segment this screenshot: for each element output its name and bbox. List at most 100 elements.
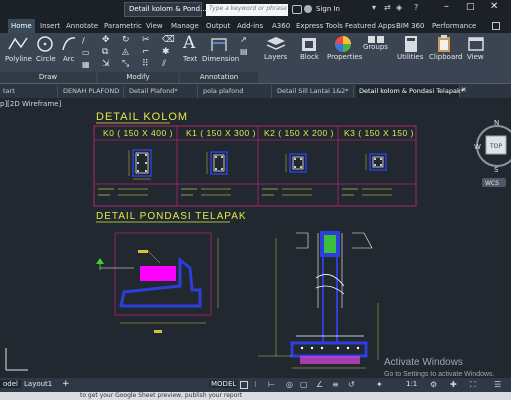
compass-north[interactable]: N [494,119,499,127]
tab-home[interactable]: Home [8,19,35,33]
copy-icon[interactable]: ⧉ [102,47,108,57]
tab-output[interactable]: Output [206,19,230,33]
tab-performance[interactable]: Performance [432,19,476,33]
compass-west[interactable]: W [474,143,481,151]
rectangle-icon[interactable]: ▭ [82,48,90,57]
tab-annotate[interactable]: Annotate [66,19,98,33]
arc-label: Arc [63,55,75,63]
fillet-icon[interactable]: ⌐ [142,47,150,57]
ortho-icon[interactable]: ⊢ [268,380,275,389]
arc-button[interactable]: Arc [58,33,80,71]
customization-icon[interactable]: ☰ [494,380,501,389]
kolom-rebar-notes [98,188,392,196]
otrack-icon[interactable]: ∠ [316,380,323,389]
kolom-k3-label: K3 ( 150 X 150 ) [344,128,414,138]
activate-windows-subtitle: Go to Settings to activate Windows. [384,371,495,378]
grid-icon[interactable] [240,381,248,389]
tab-layout1[interactable]: Layout1 [24,380,52,388]
add-layout-button[interactable]: + [62,379,70,389]
doc-tab-detail-kolom[interactable]: Detail kolom & Pondasi Telapak* [356,85,464,98]
tab-manage[interactable]: Manage [171,19,199,33]
viewcube[interactable]: TOP N S W [474,119,511,174]
doc-title-tab[interactable]: Detail kolom & Pond... [124,2,207,17]
doc-tab-detail-sill[interactable]: Detail Sill Lantai 1&2* [274,85,354,98]
annotation-visibility-icon[interactable]: ✦ [376,380,383,389]
exchange-icon[interactable]: ⇄ [384,3,391,12]
rotate-icon[interactable]: ↻ [122,35,130,45]
doc-tab-start[interactable]: tart [0,85,58,98]
array-icon[interactable]: ⠿ [142,59,149,69]
settings-gear-icon[interactable]: ⚙ [430,380,437,389]
fullscreen-icon[interactable]: ⛶ [470,380,476,390]
drawing-canvas: DETAIL KOLOM K0 ( 150 X 400 ) K1 ( 150 X… [5,111,511,378]
clipboard-button[interactable]: Clipboard [428,33,462,77]
drawing-viewport[interactable]: p][2D Wireframe] DETAIL KOLOM K0 ( 150 X… [0,98,511,378]
panel-annotation[interactable]: Annotation [180,72,258,83]
polyline-icon [8,37,28,50]
tab-express-tools[interactable]: Express Tools [296,19,343,33]
dimension-button[interactable]: Dimension [202,33,239,71]
view-button[interactable]: View [464,33,488,77]
properties-button[interactable]: Properties [326,33,363,77]
title-bar: Detail kolom & Pond... Type a keyword or… [0,0,511,19]
leader-icon[interactable]: ↗ [240,35,247,44]
block-button[interactable]: Block [296,33,322,77]
panel-modify[interactable]: Modify [98,72,178,83]
offset-icon[interactable]: ⫽ [162,59,166,69]
scale-icon[interactable]: ⤡ [122,59,129,69]
maximize-icon[interactable]: □ [466,2,475,12]
wcs-label[interactable]: WCS [485,180,499,187]
close-icon[interactable]: ✕ [490,1,498,12]
tab-model[interactable]: odel [0,380,21,388]
circle-button[interactable]: Circle [34,33,56,71]
erase-icon[interactable]: ⌫ [162,35,175,45]
utilities-button[interactable]: Utilities [396,33,426,77]
groups-button[interactable]: Groups [362,33,390,77]
text-button[interactable]: A Text [180,33,200,71]
wcs-menu[interactable]: WCS [482,178,506,187]
properties-label: Properties [327,53,363,61]
help-icon[interactable]: ? [414,3,418,12]
cart-icon[interactable]: ▾ [372,3,376,12]
isolate-icon[interactable]: ✚ [450,380,457,389]
kolom-k0-section [128,149,152,180]
search-input[interactable]: Type a keyword or phrase [206,4,288,16]
panel-draw[interactable]: Draw [0,72,96,83]
polar-icon[interactable]: ◎ [286,380,293,389]
stretch-icon[interactable]: ⇲ [102,59,110,69]
tab-parametric[interactable]: Parametric [104,19,142,33]
model-space-button[interactable]: MODEL [209,380,239,388]
viewcube-top[interactable]: TOP [489,143,502,150]
binoculars-icon[interactable] [292,5,302,14]
mirror-icon[interactable]: ◬ [122,47,129,57]
stay-connected-icon[interactable]: ◈ [396,3,402,12]
move-icon[interactable]: ✥ [102,35,110,45]
ribbon-toggle-icon[interactable] [492,22,500,30]
osnap-icon[interactable]: ▢ [300,380,308,389]
tab-bim360[interactable]: BIM 360 [396,19,425,33]
doc-tab-denah-plafond[interactable]: DENAH PLAFOND [60,85,124,98]
doc-tab-detail-plafond[interactable]: Detail Plafond* [126,85,198,98]
tab-a360[interactable]: A360 [272,19,290,33]
explode-icon[interactable]: ✱ [162,47,170,57]
annotation-scale[interactable]: 1:1 [406,380,417,388]
line-icon[interactable]: / [82,36,85,45]
snap-icon[interactable]: ⁝ [254,380,257,389]
tab-addins[interactable]: Add-ins [237,19,263,33]
polyline-button[interactable]: Polyline [4,33,32,71]
lineweight-icon[interactable]: ≡ [332,380,339,389]
doc-tab-pola-plafond[interactable]: pola plafond [200,85,272,98]
command-line[interactable]: to get your Google Sheet preview, publis… [0,392,511,400]
compass-south[interactable]: S [494,166,499,174]
tab-insert[interactable]: Insert [40,19,60,33]
tab-view[interactable]: View [146,19,163,33]
tab-featured-apps[interactable]: Featured Apps [345,19,395,33]
layers-button[interactable]: Layers [262,33,290,77]
minimize-icon[interactable]: – [444,1,449,12]
hatch-icon[interactable]: ▦ [82,60,90,69]
trim-icon[interactable]: ✂ [142,35,150,45]
selection-cycling-icon[interactable]: ↺ [348,380,355,389]
table-icon[interactable]: ▤ [240,47,248,56]
sign-in-link[interactable]: Sign In [316,5,340,13]
close-tab-icon[interactable]: ✕ [461,86,467,94]
